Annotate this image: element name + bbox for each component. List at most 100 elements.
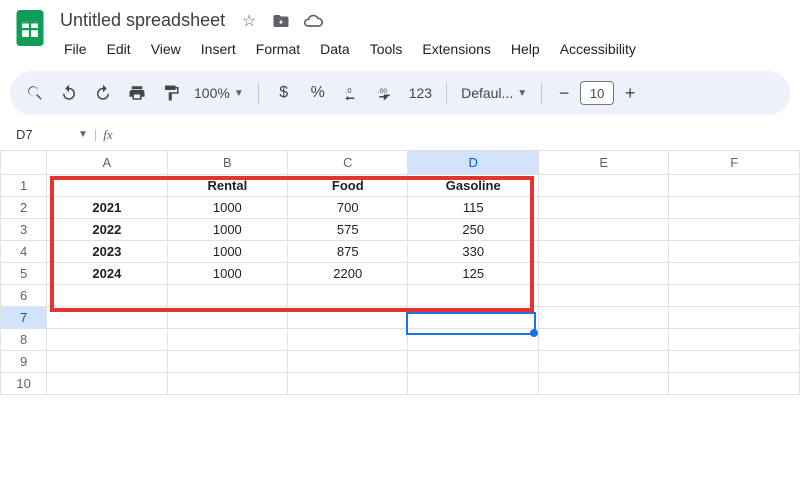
cell-B1[interactable]: Rental [167, 175, 287, 197]
cell-C10[interactable] [288, 373, 408, 395]
cell-C6[interactable] [288, 285, 408, 307]
sheets-logo-icon[interactable] [14, 8, 46, 48]
row-header-3[interactable]: 3 [1, 219, 47, 241]
cell-C1[interactable]: Food [288, 175, 408, 197]
number-format-button[interactable]: 123 [405, 85, 436, 101]
cell-F3[interactable] [669, 219, 800, 241]
font-family-dropdown[interactable]: Defaul...▼ [457, 85, 531, 101]
column-header-E[interactable]: E [538, 151, 668, 175]
paint-format-icon[interactable] [156, 78, 186, 108]
cell-B5[interactable]: 1000 [167, 263, 287, 285]
cell-A10[interactable] [47, 373, 167, 395]
menu-data[interactable]: Data [312, 37, 358, 61]
format-currency-button[interactable]: $ [269, 78, 299, 108]
column-header-D[interactable]: D [408, 151, 538, 175]
cell-F6[interactable] [669, 285, 800, 307]
menu-view[interactable]: View [143, 37, 189, 61]
row-header-2[interactable]: 2 [1, 197, 47, 219]
cell-A4[interactable]: 2023 [47, 241, 167, 263]
zoom-dropdown[interactable]: 100%▼ [190, 85, 248, 101]
select-all-corner[interactable] [1, 151, 47, 175]
row-header-5[interactable]: 5 [1, 263, 47, 285]
cell-E4[interactable] [538, 241, 668, 263]
cell-D5[interactable]: 125 [408, 263, 538, 285]
menu-edit[interactable]: Edit [99, 37, 139, 61]
cell-B9[interactable] [167, 351, 287, 373]
cell-F10[interactable] [669, 373, 800, 395]
document-title[interactable]: Untitled spreadsheet [56, 8, 229, 33]
cell-E2[interactable] [538, 197, 668, 219]
undo-icon[interactable] [54, 78, 84, 108]
cell-A2[interactable]: 2021 [47, 197, 167, 219]
chevron-down-icon[interactable]: ▼ [78, 129, 88, 140]
cell-B7[interactable] [167, 307, 287, 329]
decrease-decimal-icon[interactable]: .0 [337, 78, 367, 108]
cell-B4[interactable]: 1000 [167, 241, 287, 263]
menu-extensions[interactable]: Extensions [414, 37, 498, 61]
cell-B6[interactable] [167, 285, 287, 307]
menu-tools[interactable]: Tools [362, 37, 411, 61]
increase-decimal-icon[interactable]: .00 [371, 78, 401, 108]
cell-F1[interactable] [669, 175, 800, 197]
row-header-6[interactable]: 6 [1, 285, 47, 307]
cell-F9[interactable] [669, 351, 800, 373]
cell-D8[interactable] [408, 329, 538, 351]
cell-D4[interactable]: 330 [408, 241, 538, 263]
cell-D3[interactable]: 250 [408, 219, 538, 241]
format-percent-button[interactable]: % [303, 78, 333, 108]
move-to-folder-icon[interactable] [271, 11, 291, 31]
column-header-C[interactable]: C [288, 151, 408, 175]
menu-file[interactable]: File [56, 37, 95, 61]
cell-A9[interactable] [47, 351, 167, 373]
decrease-font-size-button[interactable]: − [552, 83, 576, 104]
column-header-F[interactable]: F [669, 151, 800, 175]
cell-E6[interactable] [538, 285, 668, 307]
cell-D10[interactable] [408, 373, 538, 395]
cell-C7[interactable] [288, 307, 408, 329]
cell-E10[interactable] [538, 373, 668, 395]
cell-A1[interactable] [47, 175, 167, 197]
cell-C3[interactable]: 575 [288, 219, 408, 241]
font-size-input[interactable]: 10 [580, 81, 614, 105]
menu-accessibility[interactable]: Accessibility [552, 37, 644, 61]
cell-C4[interactable]: 875 [288, 241, 408, 263]
cell-A6[interactable] [47, 285, 167, 307]
cell-D2[interactable]: 115 [408, 197, 538, 219]
row-header-7[interactable]: 7 [1, 307, 47, 329]
cell-C5[interactable]: 2200 [288, 263, 408, 285]
cell-E3[interactable] [538, 219, 668, 241]
cell-F2[interactable] [669, 197, 800, 219]
menu-insert[interactable]: Insert [193, 37, 244, 61]
cell-A3[interactable]: 2022 [47, 219, 167, 241]
cell-D9[interactable] [408, 351, 538, 373]
row-header-9[interactable]: 9 [1, 351, 47, 373]
row-header-10[interactable]: 10 [1, 373, 47, 395]
spreadsheet-grid[interactable]: A B C D E F 1 Rental Food Gasoline [0, 150, 800, 395]
cell-F4[interactable] [669, 241, 800, 263]
cell-C9[interactable] [288, 351, 408, 373]
search-menus-icon[interactable] [20, 78, 50, 108]
cell-D7[interactable] [408, 307, 538, 329]
name-box[interactable]: D7 [12, 125, 72, 144]
print-icon[interactable] [122, 78, 152, 108]
column-header-B[interactable]: B [167, 151, 287, 175]
row-header-4[interactable]: 4 [1, 241, 47, 263]
cell-D1[interactable]: Gasoline [408, 175, 538, 197]
cell-E7[interactable] [538, 307, 668, 329]
increase-font-size-button[interactable]: + [618, 83, 642, 104]
cell-A8[interactable] [47, 329, 167, 351]
cell-E5[interactable] [538, 263, 668, 285]
column-header-A[interactable]: A [47, 151, 167, 175]
cell-C2[interactable]: 700 [288, 197, 408, 219]
cloud-status-icon[interactable] [303, 11, 323, 31]
redo-icon[interactable] [88, 78, 118, 108]
cell-F7[interactable] [669, 307, 800, 329]
cell-E9[interactable] [538, 351, 668, 373]
cell-B2[interactable]: 1000 [167, 197, 287, 219]
menu-help[interactable]: Help [503, 37, 548, 61]
cell-C8[interactable] [288, 329, 408, 351]
cell-B10[interactable] [167, 373, 287, 395]
cell-E1[interactable] [538, 175, 668, 197]
row-header-1[interactable]: 1 [1, 175, 47, 197]
star-icon[interactable]: ☆ [239, 11, 259, 31]
